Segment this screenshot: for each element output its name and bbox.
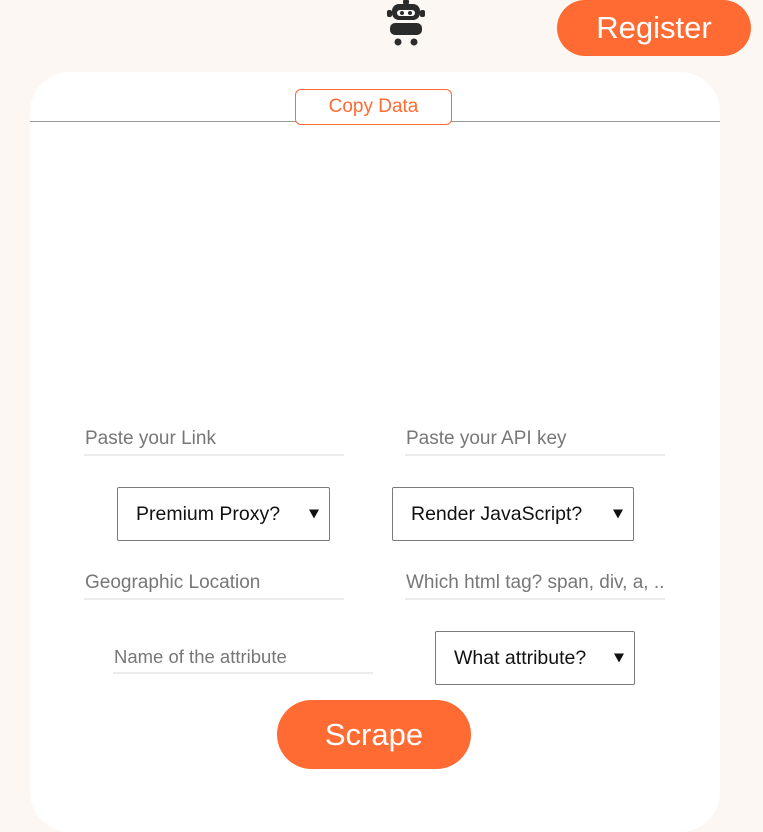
register-button[interactable]: Register <box>557 0 751 56</box>
premium-proxy-select[interactable]: Premium Proxy? <box>117 487 330 541</box>
chevron-down-icon <box>613 509 623 519</box>
what-attribute-select-value: What attribute? <box>454 646 587 669</box>
chevron-down-icon <box>614 653 624 663</box>
render-javascript-select[interactable]: Render JavaScript? <box>392 487 634 541</box>
link-input[interactable] <box>84 424 344 456</box>
premium-proxy-select-value: Premium Proxy? <box>136 502 281 525</box>
chevron-down-icon <box>309 509 319 519</box>
what-attribute-select[interactable]: What attribute? <box>435 631 635 685</box>
geographic-location-input[interactable] <box>84 568 344 600</box>
copy-data-button[interactable]: Copy Data <box>295 89 452 125</box>
api-key-input[interactable] <box>405 424 665 456</box>
render-javascript-select-value: Render JavaScript? <box>411 502 583 525</box>
html-tag-input[interactable] <box>405 568 665 600</box>
attribute-name-input[interactable] <box>113 642 373 674</box>
robot-logo-icon <box>386 0 426 48</box>
scrape-button[interactable]: Scrape <box>277 700 471 769</box>
